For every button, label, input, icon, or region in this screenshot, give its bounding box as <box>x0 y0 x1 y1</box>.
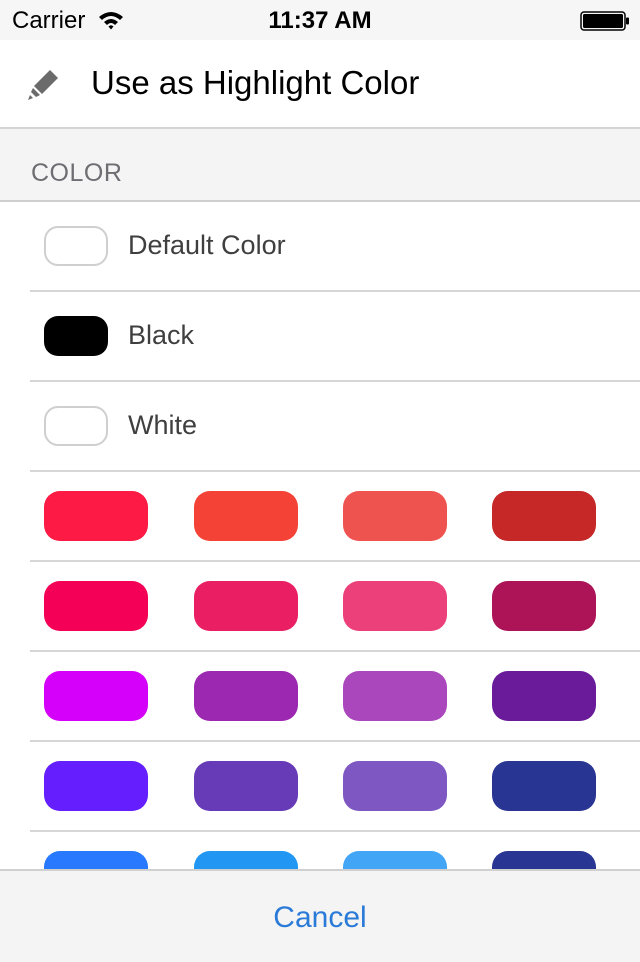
color-option-default[interactable]: Default Color <box>30 202 640 292</box>
palette-swatch[interactable] <box>194 491 298 541</box>
palette-swatch[interactable] <box>44 491 148 541</box>
cancel-button[interactable]: Cancel <box>0 871 640 962</box>
palette-swatch[interactable] <box>343 581 447 631</box>
palette-swatch[interactable] <box>492 761 596 811</box>
color-list[interactable]: Default Color Black White <box>0 202 640 870</box>
action-header[interactable]: Use as Highlight Color <box>0 40 640 129</box>
palette-swatch[interactable] <box>492 851 596 870</box>
palette-row <box>30 742 640 832</box>
palette-swatch[interactable] <box>343 761 447 811</box>
palette-swatch[interactable] <box>343 851 447 870</box>
palette-row <box>30 562 640 652</box>
battery-full-icon <box>580 11 630 36</box>
palette-swatch[interactable] <box>44 761 148 811</box>
color-swatch <box>44 226 108 266</box>
color-swatch <box>44 316 108 356</box>
color-option-white[interactable]: White <box>30 382 640 472</box>
color-palette <box>0 472 640 870</box>
clock: 11:37 AM <box>268 7 372 34</box>
color-option-black[interactable]: Black <box>30 292 640 382</box>
header-title: Use as Highlight Color <box>91 64 420 101</box>
palette-swatch[interactable] <box>194 581 298 631</box>
color-label: White <box>128 410 198 440</box>
section-header: COLOR <box>0 129 640 202</box>
palette-swatch[interactable] <box>343 671 447 721</box>
palette-row <box>30 652 640 742</box>
palette-row <box>30 472 640 562</box>
cancel-bar: Cancel <box>0 869 640 962</box>
palette-row <box>30 832 640 870</box>
palette-swatch[interactable] <box>194 671 298 721</box>
color-label: Default Color <box>128 230 286 260</box>
palette-swatch[interactable] <box>194 851 298 870</box>
palette-swatch[interactable] <box>492 671 596 721</box>
palette-swatch[interactable] <box>194 761 298 811</box>
color-swatch <box>44 406 108 446</box>
status-bar: Carrier 11:37 AM <box>0 0 640 40</box>
highlighter-icon <box>26 66 62 107</box>
palette-swatch[interactable] <box>492 491 596 541</box>
palette-swatch[interactable] <box>44 581 148 631</box>
palette-swatch[interactable] <box>343 491 447 541</box>
section-title: COLOR <box>31 159 123 187</box>
palette-swatch[interactable] <box>44 671 148 721</box>
color-label: Black <box>128 320 195 350</box>
palette-swatch[interactable] <box>44 851 148 870</box>
palette-swatch[interactable] <box>492 581 596 631</box>
